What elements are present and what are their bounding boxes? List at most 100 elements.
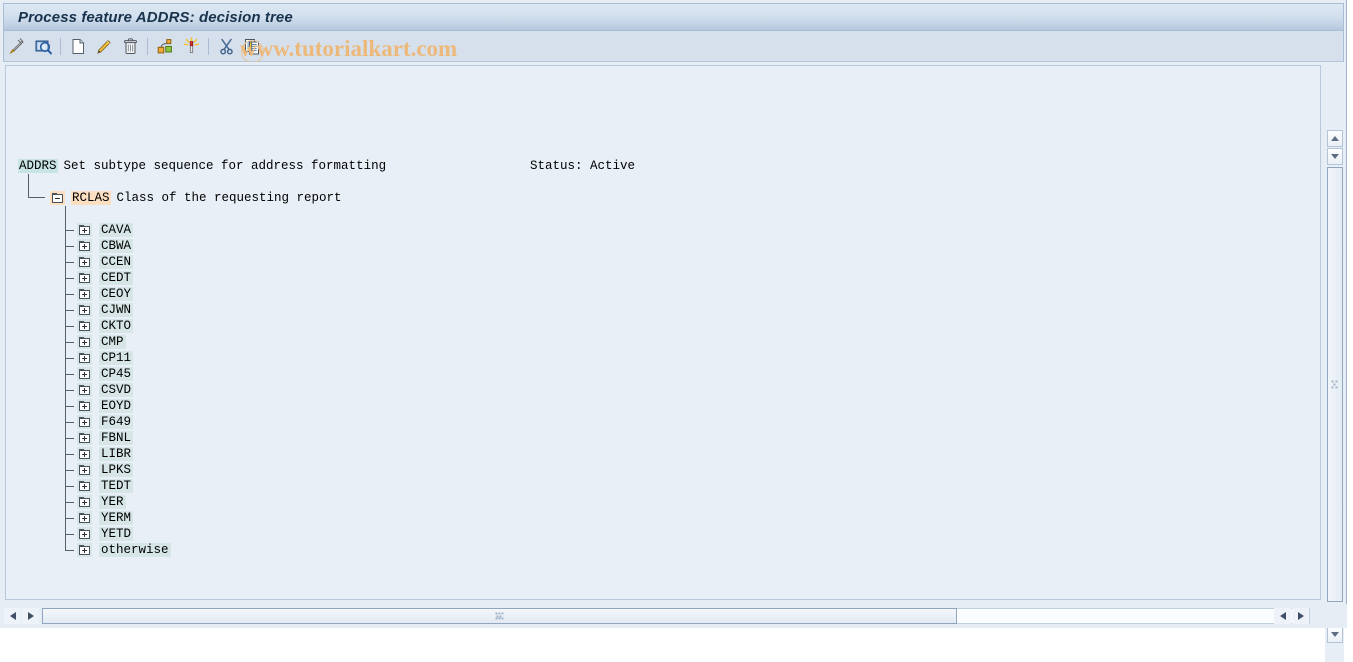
tree-connector-child: [65, 518, 74, 519]
folder-closed-icon[interactable]: [77, 511, 92, 525]
scroll-left-button[interactable]: [4, 608, 21, 624]
tree-value-node[interactable]: CKTO: [77, 318, 134, 334]
tree-value-node-label: CP45: [99, 367, 134, 381]
scroll-right-button[interactable]: [22, 608, 39, 624]
generate-wand-icon[interactable]: [180, 35, 202, 57]
folder-closed-icon[interactable]: [77, 287, 92, 301]
tree-value-node[interactable]: CAVA: [77, 222, 134, 238]
cut-scissors-icon[interactable]: [215, 35, 237, 57]
folder-closed-icon[interactable]: [77, 271, 92, 285]
tree-value-node-label: CAVA: [99, 223, 134, 237]
tree-value-node-label: FBNL: [99, 431, 134, 445]
page-title: Process feature ADDRS: decision tree: [18, 8, 293, 26]
tree-connector-child: [65, 454, 74, 455]
vertical-scroll-thumb[interactable]: [1327, 167, 1343, 602]
decision-tree-pane[interactable]: ADDRS Set subtype sequence for address f…: [5, 65, 1321, 600]
tree-value-node[interactable]: CBWA: [77, 238, 134, 254]
tree-value-node[interactable]: F649: [77, 414, 134, 430]
tree-value-node-label: CBWA: [99, 239, 134, 253]
arrow-up-icon: [1331, 136, 1339, 141]
folder-closed-icon[interactable]: [77, 527, 92, 541]
folder-closed-icon[interactable]: [77, 495, 92, 509]
tree-value-node-label: LIBR: [99, 447, 134, 461]
scroll-down-button-bottom[interactable]: [1327, 626, 1343, 643]
tree-value-node[interactable]: CEDT: [77, 270, 134, 286]
tree-value-node-label: LPKS: [99, 463, 134, 477]
folder-closed-icon[interactable]: [77, 303, 92, 317]
scroll-down-button[interactable]: [1327, 148, 1343, 165]
horizontal-scrollbar[interactable]: [0, 604, 1347, 628]
tree-value-node[interactable]: CP45: [77, 366, 134, 382]
tree-connector-child: [65, 390, 74, 391]
tree-value-node[interactable]: CP11: [77, 350, 134, 366]
tree-value-node[interactable]: LIBR: [77, 446, 134, 462]
folder-closed-icon[interactable]: [77, 223, 92, 237]
scroll-right-button-right[interactable]: [1292, 608, 1309, 624]
tree-value-node[interactable]: EOYD: [77, 398, 134, 414]
tree-connector-root: [28, 174, 29, 198]
scroll-up-button[interactable]: [1327, 130, 1343, 147]
tree-connector-children: [65, 206, 66, 550]
scroll-left-button-right[interactable]: [1274, 608, 1291, 624]
folder-closed-icon[interactable]: [77, 367, 92, 381]
arrow-left-icon: [9, 612, 16, 620]
tree-connector-child: [65, 470, 74, 471]
folder-closed-icon[interactable]: [77, 431, 92, 445]
tree-value-node[interactable]: otherwise: [77, 542, 171, 558]
tree-field-node-rclas[interactable]: RCLAS Class of the requesting report: [50, 190, 342, 206]
tree-value-node-label: CMP: [99, 335, 126, 349]
tree-value-node-label: EOYD: [99, 399, 134, 413]
tree-value-node-label: YERM: [99, 511, 134, 525]
tree-connector-child: [65, 550, 74, 551]
folder-closed-icon[interactable]: [77, 335, 92, 349]
tree-value-node-label: otherwise: [99, 543, 171, 557]
folder-closed-icon[interactable]: [77, 319, 92, 333]
tree-value-node[interactable]: YER: [77, 494, 126, 510]
display-magnifier-icon[interactable]: [32, 35, 54, 57]
tree-value-node[interactable]: LPKS: [77, 462, 134, 478]
folder-closed-icon[interactable]: [77, 543, 92, 557]
tree-value-node-label: F649: [99, 415, 134, 429]
folder-closed-icon[interactable]: [77, 415, 92, 429]
tree-connector-child: [65, 374, 74, 375]
folder-closed-icon[interactable]: [77, 479, 92, 493]
folder-open-icon[interactable]: [50, 191, 65, 205]
delete-trash-icon[interactable]: [119, 35, 141, 57]
tree-value-node[interactable]: FBNL: [77, 430, 134, 446]
folder-closed-icon[interactable]: [77, 383, 92, 397]
folder-closed-icon[interactable]: [77, 463, 92, 477]
check-pencil-icon[interactable]: [6, 35, 28, 57]
folder-closed-icon[interactable]: [77, 255, 92, 269]
copy-pages-icon[interactable]: [241, 35, 263, 57]
structure-nodes-icon[interactable]: [154, 35, 176, 57]
tree-connector-child: [65, 262, 74, 263]
arrow-right-icon: [27, 612, 34, 620]
tree-value-node[interactable]: CJWN: [77, 302, 134, 318]
folder-closed-icon[interactable]: [77, 239, 92, 253]
tree-root-node[interactable]: ADDRS Set subtype sequence for address f…: [18, 158, 386, 174]
tree-value-node[interactable]: CCEN: [77, 254, 134, 270]
new-document-icon[interactable]: [67, 35, 89, 57]
arrow-down-icon: [1331, 632, 1339, 637]
tree-value-node[interactable]: CMP: [77, 334, 126, 350]
tree-value-node[interactable]: CEOY: [77, 286, 134, 302]
horizontal-scroll-thumb[interactable]: [42, 608, 957, 624]
vertical-scrollbar[interactable]: [1325, 127, 1344, 662]
tree-value-node-label: CCEN: [99, 255, 134, 269]
tree-value-node-label: CP11: [99, 351, 134, 365]
edit-pencil-icon[interactable]: [93, 35, 115, 57]
tree-value-node[interactable]: YETD: [77, 526, 134, 542]
folder-closed-icon[interactable]: [77, 447, 92, 461]
tree-value-node[interactable]: TEDT: [77, 478, 134, 494]
field-node-description: Class of the requesting report: [116, 191, 342, 205]
folder-closed-icon[interactable]: [77, 351, 92, 365]
tree-value-node-label: CEDT: [99, 271, 134, 285]
folder-closed-icon[interactable]: [77, 399, 92, 413]
tree-value-node-label: YETD: [99, 527, 134, 541]
tree-value-node[interactable]: YERM: [77, 510, 134, 526]
tree-connector-child: [65, 358, 74, 359]
tree-value-node[interactable]: CSVD: [77, 382, 134, 398]
tree-value-node-label: CEOY: [99, 287, 134, 301]
window-title-bar: Process feature ADDRS: decision tree: [3, 3, 1344, 31]
tree-connector-child: [65, 438, 74, 439]
